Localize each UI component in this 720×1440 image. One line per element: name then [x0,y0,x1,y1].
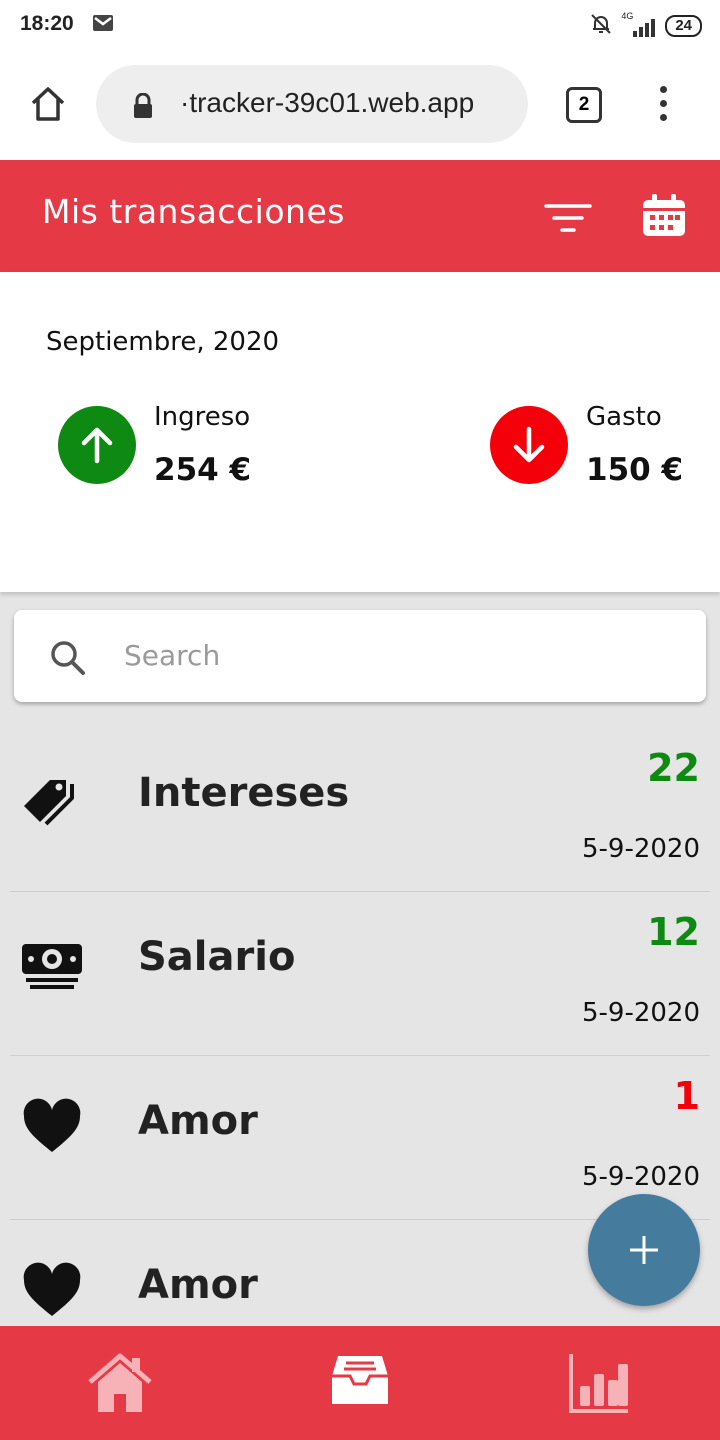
transaction-name: Salario [138,934,296,980]
status-time: 18:20 [20,12,74,35]
network-type: 4G [621,11,634,21]
transaction-date: 5-9-2020 [581,1162,700,1192]
silent-bell-icon [589,12,613,40]
calendar-icon[interactable] [641,194,687,242]
expense-label: Gasto [586,402,662,432]
more-menu-icon[interactable] [655,86,671,126]
home-icon[interactable] [28,84,68,128]
url-text: ·tracker-39c01.web.app [180,87,475,118]
summary-card: Septiembre, 2020 Ingreso 254 € Gasto 150… [0,272,720,592]
status-bar: 18:20 4G 24 [0,0,720,50]
month-label: Septiembre, 2020 [46,327,280,357]
nav-inbox-icon[interactable] [330,1352,390,1412]
signal-icon: 4G [621,11,656,37]
money-icon [20,932,84,996]
search-bar [14,610,706,702]
transaction-amount: 12 [647,910,700,954]
app-header: Mis transacciones [0,160,720,272]
page-title: Mis transacciones [42,192,345,231]
heart-icon [20,1096,84,1160]
transaction-date: 5-9-2020 [581,834,700,864]
transaction-date: 5-9-2020 [581,998,700,1028]
expense-amount: 150 € [586,452,684,488]
search-input[interactable] [124,630,664,680]
transaction-amount: 22 [647,746,700,790]
search-icon [50,640,86,680]
bottom-navigation [0,1326,720,1440]
plus-icon [630,1236,658,1264]
transaction-name: Amor [138,1262,258,1308]
income-arrow-up-icon [58,406,136,484]
gmail-icon [92,14,114,36]
address-bar[interactable]: ·tracker-39c01.web.app [96,65,528,143]
transaction-amount: 1 [673,1074,700,1118]
expense-arrow-down-icon [490,406,568,484]
tags-icon [20,768,84,832]
tab-switcher-button[interactable]: 2 [566,87,602,123]
battery-indicator: 24 [665,15,702,37]
transaction-row[interactable]: Salario 12 5-9-2020 [10,892,710,1056]
nav-stats-icon[interactable] [568,1352,630,1418]
lock-icon [132,92,154,123]
transaction-name: Intereses [138,770,350,816]
transaction-name: Amor [138,1098,258,1144]
heart-icon [20,1260,84,1324]
filter-icon[interactable] [544,202,592,238]
income-label: Ingreso [154,402,251,432]
browser-toolbar: ·tracker-39c01.web.app 2 [0,50,720,160]
transaction-row[interactable]: Amor 1 5-9-2020 [10,1056,710,1220]
nav-home-icon[interactable] [88,1352,152,1418]
add-transaction-button[interactable] [588,1194,700,1306]
income-amount: 254 € [154,452,252,488]
transaction-row[interactable]: Intereses 22 5-9-2020 [10,728,710,892]
